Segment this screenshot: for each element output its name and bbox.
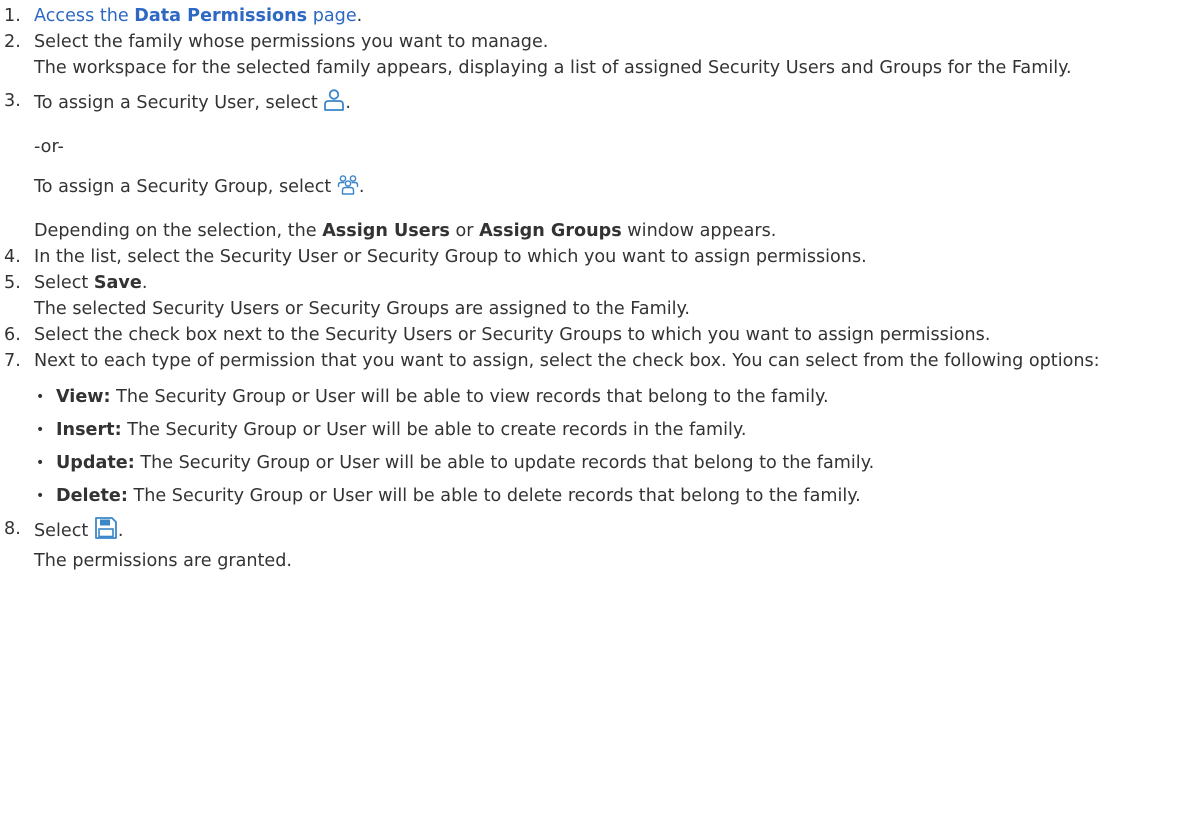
- step-text: Select Save.: [34, 273, 148, 293]
- step-number: 6.: [4, 325, 21, 345]
- or-separator: -or-: [34, 137, 64, 157]
- save-icon[interactable]: [94, 516, 118, 548]
- step-number: 3.: [4, 91, 21, 111]
- step-6: 6. Select the check box next to the Secu…: [4, 322, 1192, 348]
- step-text: Select the check box next to the Securit…: [34, 325, 991, 345]
- step-number: 8.: [4, 519, 21, 539]
- user-icon[interactable]: [323, 88, 345, 120]
- list-item: • Update: The Security Group or User will…: [36, 453, 875, 473]
- step-3: 3. To assign a Security User, select . -…: [4, 88, 1192, 244]
- list-item: • View: The Security Group or User will b…: [36, 387, 829, 407]
- step-1: 1. Access the Data Permissions page.: [4, 3, 1192, 29]
- permission-options: • View: The Security Group or User will b…: [34, 384, 1192, 509]
- step-number: 7.: [4, 351, 21, 371]
- step-5: 5. Select Save. The selected Security Us…: [4, 270, 1192, 322]
- step-number: 4.: [4, 247, 21, 267]
- step-2: 2. Select the family whose permissions y…: [4, 29, 1192, 81]
- step-number: 2.: [4, 32, 21, 52]
- step-result: The selected Security Users or Security …: [34, 299, 690, 319]
- step-number: 5.: [4, 273, 21, 293]
- data-permissions-link[interactable]: Access the Data Permissions page: [34, 6, 357, 26]
- step-7: 7. Next to each type of permission that …: [4, 348, 1192, 509]
- group-icon[interactable]: [337, 174, 359, 204]
- step-text: Next to each type of permission that you…: [34, 351, 1100, 371]
- step-result: The permissions are granted.: [34, 551, 293, 571]
- save-label: Save: [93, 273, 142, 293]
- step-8: 8. Select . The permissions are granted.: [4, 516, 1192, 574]
- procedure: 1. Access the Data Permissions page. 2. …: [0, 0, 1192, 574]
- list-item: • Delete: The Security Group or User will…: [36, 486, 861, 506]
- step-number: 1.: [4, 6, 21, 26]
- step-result: The workspace for the selected family ap…: [34, 58, 1072, 78]
- step-text: Select the family whose permissions you …: [34, 32, 549, 52]
- step-result: Depending on the selection, the Assign U…: [34, 221, 777, 241]
- step-4: 4. In the list, select the Security User…: [4, 244, 1192, 270]
- step-text: In the list, select the Security User or…: [34, 247, 867, 267]
- list-item: • Insert: The Security Group or User will…: [36, 420, 747, 440]
